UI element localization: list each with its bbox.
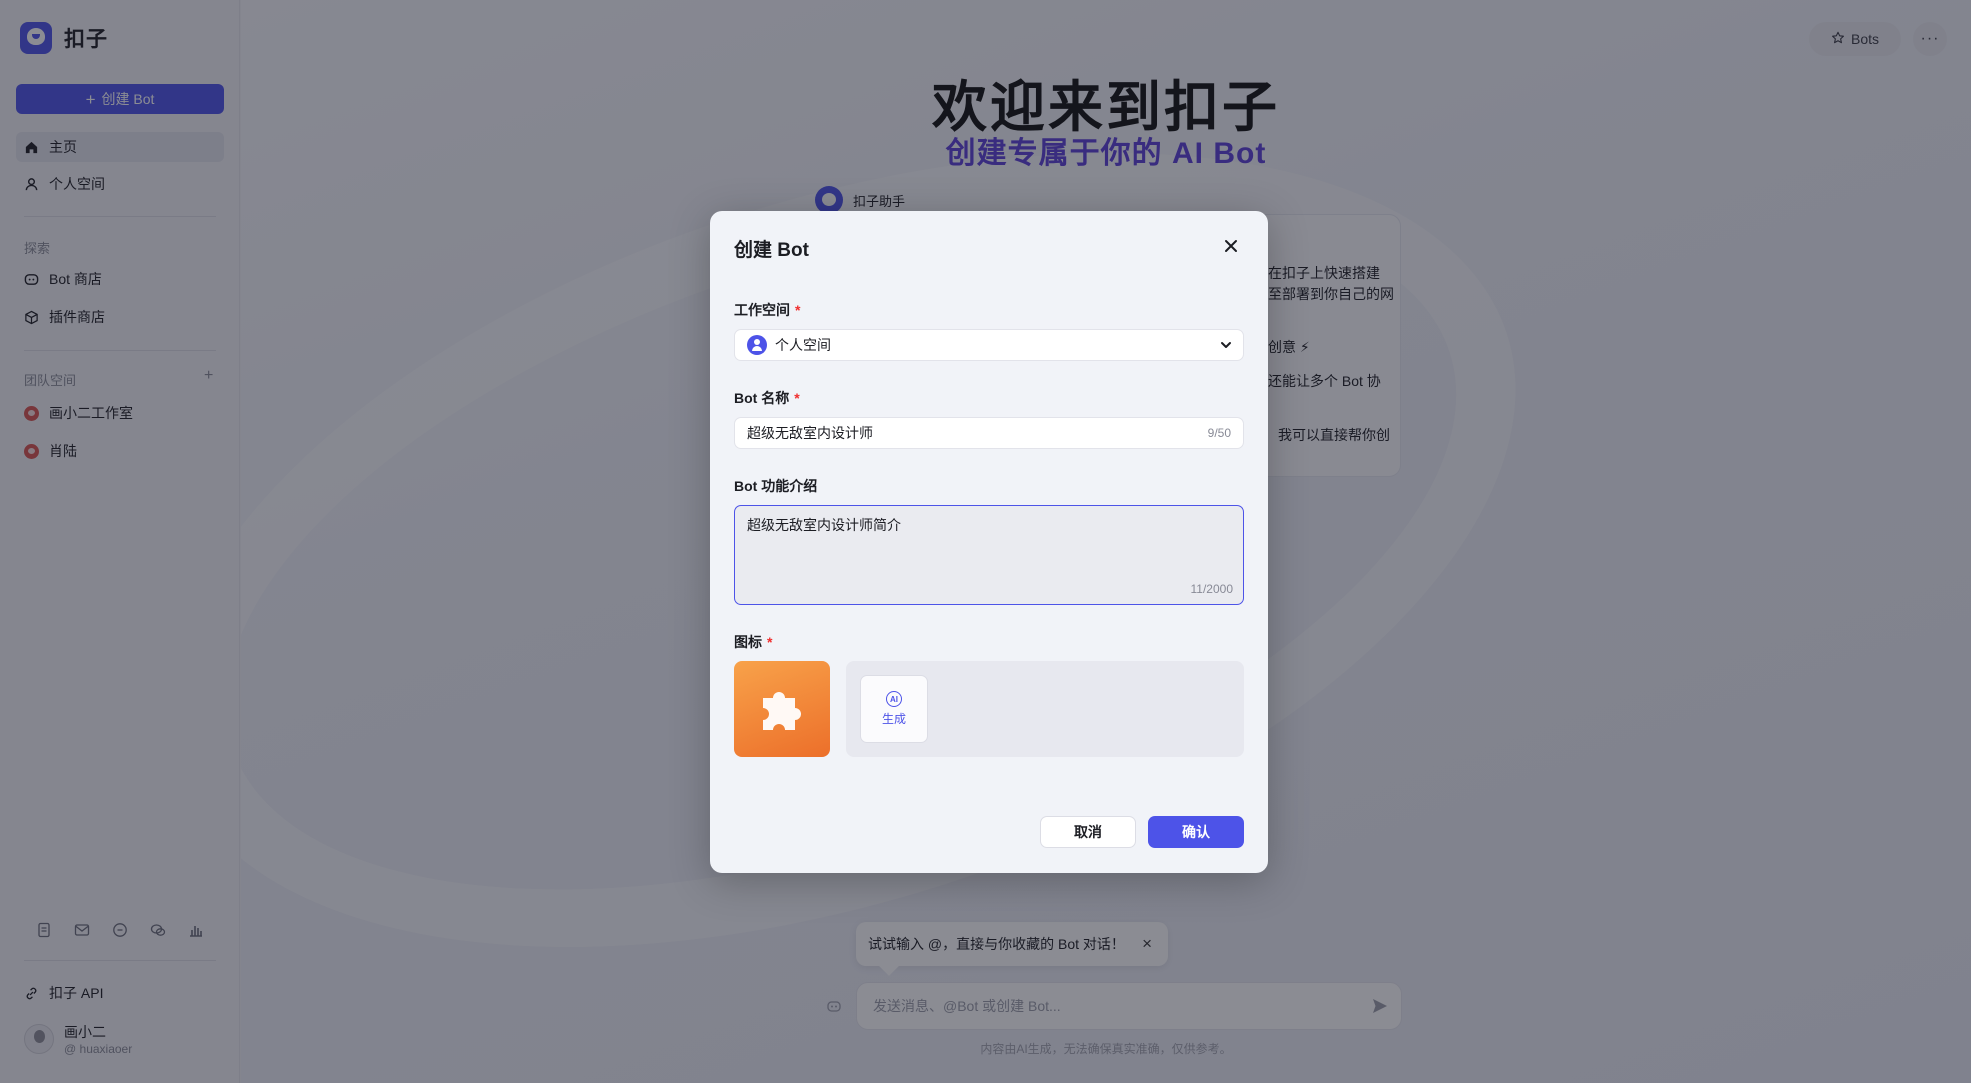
bot-name-value: 超级无敌室内设计师 <box>747 425 873 441</box>
bot-icon-preview[interactable] <box>734 661 830 757</box>
required-mark: * <box>794 390 800 406</box>
puzzle-icon <box>763 692 801 730</box>
workspace-value: 个人空间 <box>775 337 831 353</box>
workspace-select[interactable]: 个人空间 <box>734 329 1244 361</box>
bot-name-label: Bot 名称 * <box>734 388 800 408</box>
required-mark: * <box>767 634 773 650</box>
bot-description-input[interactable]: 超级无敌室内设计师简介 11/2000 <box>734 505 1244 605</box>
bot-description-label: Bot 功能介绍 <box>734 478 818 494</box>
confirm-button[interactable]: 确认 <box>1148 816 1244 848</box>
bot-name-input[interactable]: 超级无敌室内设计师 9/50 <box>734 417 1244 449</box>
user-icon <box>747 335 767 355</box>
generate-label: 生成 <box>881 712 906 726</box>
bot-name-counter: 9/50 <box>1207 426 1231 440</box>
bot-name-label-text: Bot 名称 <box>734 390 790 406</box>
icon-options: AI 生成 <box>846 661 1244 757</box>
dialog-title: 创建 Bot <box>734 240 809 261</box>
bot-description-value: 超级无敌室内设计师简介 <box>747 517 901 533</box>
workspace-label: 工作空间 * <box>734 300 800 320</box>
required-mark: * <box>795 302 801 318</box>
chevron-down-icon <box>1219 338 1233 352</box>
workspace-label-text: 工作空间 <box>734 302 790 318</box>
bot-description-counter: 11/2000 <box>1190 582 1234 596</box>
ai-icon: AI <box>886 691 902 707</box>
ai-generate-button[interactable]: AI 生成 <box>860 675 928 743</box>
cancel-button[interactable]: 取消 <box>1040 816 1136 848</box>
icon-label: 图标 * <box>734 632 772 652</box>
close-icon[interactable] <box>1222 237 1240 255</box>
create-bot-dialog: 创建 Bot 工作空间 * 个人空间 Bot 名称 * 超级无敌室内设计师 9/50… <box>710 211 1268 873</box>
icon-label-text: 图标 <box>734 634 762 650</box>
